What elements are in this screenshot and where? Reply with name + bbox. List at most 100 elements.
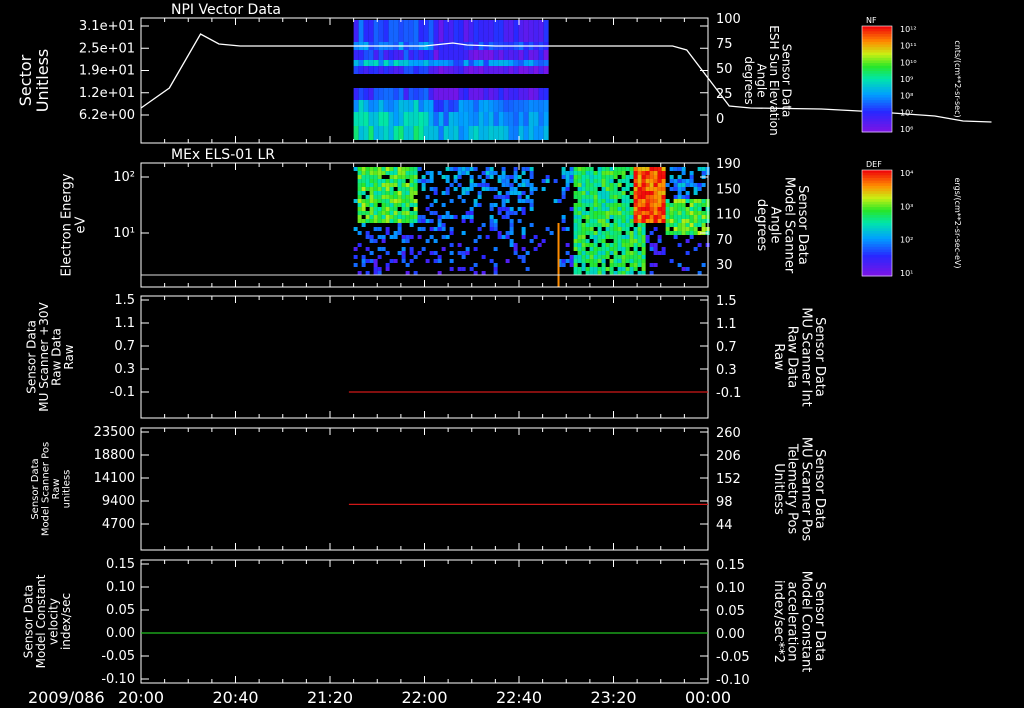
npi-spectrogram (353, 20, 549, 140)
tick-label-right: 190 (716, 157, 741, 172)
tick-label-left: 23500 (94, 425, 135, 440)
tick-label-left: 0.3 (114, 362, 135, 377)
els-colorbar-units: ergs/(cm**2-sr-sec-eV) (953, 177, 962, 268)
tick-label-left: 1.2e+01 (79, 86, 135, 101)
els-spectrogram (353, 167, 710, 287)
colorbar-tick: 10¹² (900, 25, 917, 34)
tick-label-left: -0.1 (110, 385, 135, 400)
tick-label-left: 3.1e+01 (79, 19, 135, 34)
tick-label-left: 6.2e+00 (79, 108, 135, 123)
tick-label-right: 0 (716, 112, 724, 127)
panel-els-title: MEx ELS-01 LR (171, 147, 275, 163)
colorbar-tick: 10¹⁰ (900, 58, 917, 67)
tick-label-left: 2.5e+01 (79, 41, 135, 56)
tick-label-right: -0.1 (716, 386, 741, 401)
axis-label-line: cnts/(cm**2-sr-sec) (953, 40, 962, 117)
tick-label-left: 0.00 (106, 626, 135, 641)
stacked-plot: 3.1e+01 2.5e+01 1.9e+01 1.2e+01 6.2e+00 100 75… (16, 2, 992, 707)
tick-label-left: 0.10 (106, 580, 135, 595)
tick-label-right: 75 (716, 37, 733, 52)
tick-label-right: 0.15 (716, 558, 745, 573)
tick-label-left: 4700 (102, 517, 135, 532)
tick-label-right: 100 (716, 12, 741, 27)
npi-colorbar-units: cnts/(cm**2-sr-sec) (953, 40, 962, 117)
els-colorbar (861, 169, 893, 277)
tick-label-right: 44 (716, 518, 733, 533)
axis-label-line: degrees (754, 199, 769, 252)
tick-label-left: 0.7 (114, 339, 135, 354)
colorbar-tick: 10⁴ (900, 169, 913, 178)
axis-label-line: ergs/(cm**2-sr-sec-eV) (953, 177, 962, 268)
tick-label-left: 18800 (94, 448, 135, 463)
axis-label-line: Sensor Data (30, 458, 41, 519)
colorbar-tick: 10⁸ (900, 92, 913, 101)
tick-label-right: 0.10 (716, 581, 745, 596)
panel-mu30-ylabel-left: Sensor DataMU Scanner +30VRaw DataRaw (24, 302, 76, 412)
panel-vel-ylabel-right: Sensor DataModel Constantaccelerationind… (771, 571, 827, 673)
axis-label-line: eV (73, 216, 88, 233)
axis-label-line: degrees (742, 56, 756, 104)
panel-mu30-frame (140, 295, 709, 419)
tick-label-right: 98 (716, 495, 733, 510)
panel-npi-ylabel-left: SectorUnitless (16, 49, 52, 113)
colorbar-tick: 10⁷ (900, 108, 913, 117)
tick-label-left: 1.1 (114, 316, 135, 331)
tick-label-right: 260 (716, 426, 741, 441)
date-label: 2009/086 (28, 688, 105, 707)
tick-label-left: 0.05 (106, 603, 135, 618)
axis-label-line: index/sec**2 (771, 580, 786, 663)
axis-label-line: Model Scanner Pos (40, 442, 51, 536)
colorbar-tick: 10¹ (900, 269, 913, 278)
tick-label-left: -0.10 (101, 672, 135, 687)
tick-label-right: 150 (716, 182, 741, 197)
tick-label-left: 14100 (94, 471, 135, 486)
panel-els-ylabel-left: Electron EnergyeV (60, 173, 89, 276)
axis-label-line: Raw (62, 344, 76, 369)
axis-label-line: index/sec (59, 593, 73, 650)
colorbar-tick: 10⁶ (900, 125, 913, 134)
colorbar-tick: 10² (900, 236, 913, 245)
panel-npi-ylabel-right: Sensor DataESH Sun ElevationAngledegrees (742, 25, 794, 135)
plot-window: 3.1e+01 2.5e+01 1.9e+01 1.2e+01 6.2e+00 100 75… (0, 0, 1024, 708)
axis-label-line: Raw (51, 478, 62, 499)
tick-label-left: 10² (113, 170, 135, 185)
axis-label-line: Unitless (33, 49, 52, 113)
tick-label-right: 152 (716, 472, 741, 487)
x-tick-label: 00:00 (685, 688, 731, 707)
tick-label-right: -0.10 (716, 673, 750, 688)
tick-label-left: 10¹ (113, 226, 135, 241)
els-colorbar-label: DEF (866, 160, 882, 169)
tick-label-right: 50 (716, 62, 733, 77)
tick-label-left: 1.9e+01 (79, 64, 135, 79)
panel-npi-title: NPI Vector Data (171, 2, 281, 18)
tick-label-right: 0.05 (716, 604, 745, 619)
x-tick-label: 23:20 (590, 688, 636, 707)
colorbar-tick: 10³ (900, 202, 913, 211)
x-tick-label: 22:00 (401, 688, 447, 707)
axis-label-line: Raw (771, 343, 786, 371)
panel-mupos-ylabel-left: Sensor Data Model Scanner Pos Raw unitless (30, 442, 73, 536)
tick-label-right: 0.3 (716, 363, 737, 378)
panel-vel-frame (140, 559, 709, 684)
panel-mupos-ylabel-right: Sensor DataMU Scanner PosTelemetry PosUn… (771, 437, 827, 542)
colorbar-tick: 10⁹ (900, 75, 913, 84)
x-tick-label: 20:00 (118, 688, 164, 707)
axis-label-line: unitless (61, 470, 72, 509)
tick-label-right: -0.05 (716, 650, 750, 665)
panel-vel-ylabel-left: Sensor DataModel Constantvelocityindex/s… (21, 574, 73, 668)
tick-label-right: 0.7 (716, 340, 737, 355)
tick-label-right: 70 (716, 233, 733, 248)
tick-label-right: 30 (716, 258, 733, 273)
tick-label-right: 110 (716, 208, 741, 223)
tick-label-left: -0.05 (101, 649, 135, 664)
x-tick-label: 22:40 (496, 688, 542, 707)
x-tick-label: 20:40 (212, 688, 258, 707)
tick-label-right: 1.1 (716, 317, 737, 332)
tick-label-left: 1.5 (114, 293, 135, 308)
npi-colorbar (861, 25, 893, 133)
npi-colorbar-label: NF (866, 16, 877, 25)
tick-label-right: 206 (716, 449, 741, 464)
panel-mupos-frame (140, 427, 709, 551)
tick-label-left: 0.15 (106, 557, 135, 572)
colorbar-tick: 10¹¹ (900, 42, 917, 51)
